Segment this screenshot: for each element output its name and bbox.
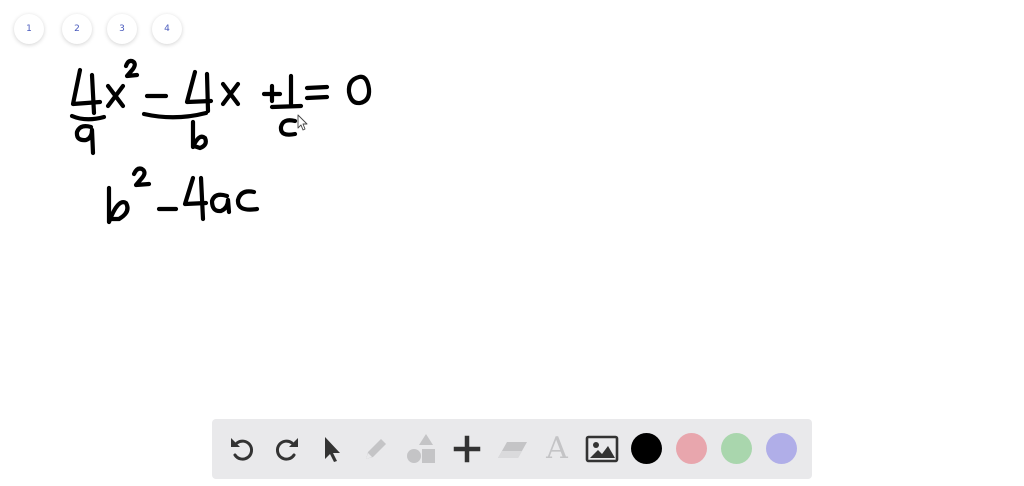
color-swatch-purple[interactable]	[766, 433, 797, 464]
page-tab-2[interactable]: 2	[62, 14, 92, 44]
color-swatch-pink[interactable]	[676, 433, 707, 464]
select-tool-button[interactable]	[313, 431, 349, 467]
page-tab-3[interactable]: 3	[107, 14, 137, 44]
undo-icon	[231, 438, 253, 461]
text-icon: A	[546, 431, 568, 466]
ink-stroke	[70, 67, 103, 107]
cursor-arrow-icon	[325, 437, 340, 462]
ink-stroke	[89, 72, 97, 116]
ink-stroke	[304, 84, 330, 91]
color-swatch-black[interactable]	[631, 433, 662, 464]
add-button[interactable]	[449, 431, 485, 467]
ink-stroke	[198, 175, 206, 222]
redo-button[interactable]	[269, 431, 305, 467]
ink-stroke	[74, 124, 96, 156]
shapes-tool-button[interactable]	[403, 431, 439, 467]
mouse-pointer-icon	[297, 114, 308, 131]
ink-stroke	[131, 166, 152, 188]
ink-stroke	[69, 113, 107, 122]
ink-stroke	[235, 189, 260, 212]
shapes-icon	[407, 434, 435, 463]
ink-stroke	[209, 192, 232, 215]
undo-button[interactable]	[224, 431, 260, 467]
image-tool-button[interactable]	[584, 431, 620, 467]
ink-stroke	[190, 119, 208, 151]
whiteboard-canvas[interactable]	[0, 0, 1024, 486]
ink-stroke	[278, 118, 298, 137]
pencil-icon	[366, 439, 386, 459]
handwriting-layer	[69, 58, 372, 225]
ink-stroke	[141, 110, 209, 120]
page-tab-1[interactable]: 1	[14, 14, 44, 44]
drawing-toolbar: A	[212, 419, 812, 479]
ink-stroke	[346, 74, 372, 106]
ink-stroke	[269, 103, 304, 110]
eraser-tool-button[interactable]	[494, 431, 530, 467]
redo-icon	[276, 438, 298, 461]
ink-stroke	[304, 94, 330, 101]
pen-tool-button[interactable]	[358, 431, 394, 467]
plus-icon	[453, 435, 481, 463]
color-swatch-green[interactable]	[721, 433, 752, 464]
ink-stroke	[106, 185, 130, 225]
ink-stroke	[204, 71, 211, 114]
image-icon	[585, 435, 619, 463]
eraser-icon	[498, 442, 527, 458]
text-tool-button[interactable]: A	[539, 431, 575, 467]
ink-stroke	[123, 58, 140, 79]
page-tab-4[interactable]: 4	[152, 14, 182, 44]
